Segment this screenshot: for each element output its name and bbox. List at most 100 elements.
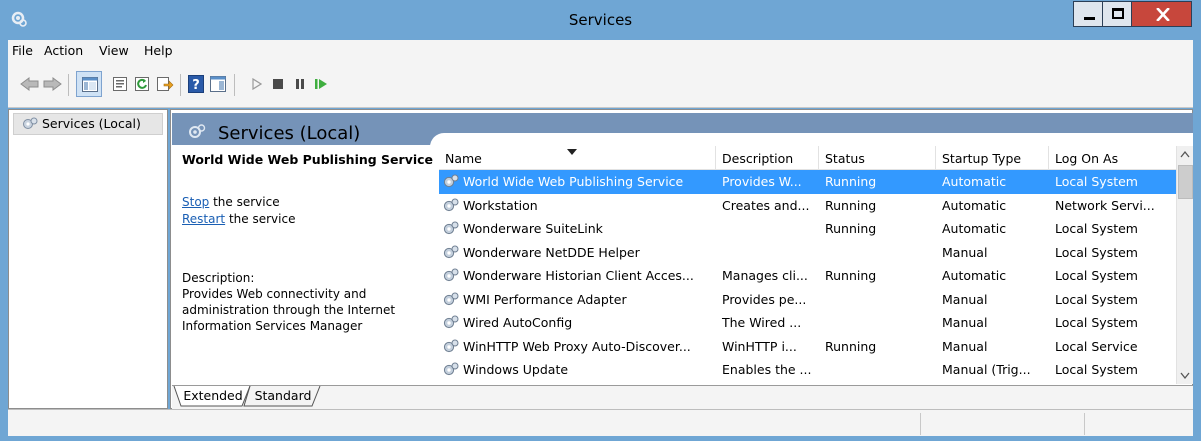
stop-service-link[interactable]: Stop — [182, 195, 209, 209]
toolbar: ? — [8, 62, 1193, 108]
cell-logon: Local System — [1049, 264, 1176, 288]
cell-text: Automatic — [942, 174, 1007, 189]
menu-view[interactable]: View — [99, 43, 129, 59]
column-header-description[interactable]: Description — [716, 146, 819, 170]
tree-item-services-local[interactable]: Services (Local) — [13, 113, 163, 135]
cell-description: Creates and... — [716, 194, 819, 218]
cell-text: World Wide Web Publishing Service — [463, 174, 684, 189]
cell-text: Running — [825, 268, 877, 283]
stop-suffix: the service — [209, 195, 280, 209]
scroll-thumb[interactable] — [1178, 165, 1193, 199]
window-title: Services — [568, 11, 633, 29]
start-service-icon[interactable] — [252, 78, 262, 90]
services-header: Services (Local) — [172, 113, 1193, 149]
column-header-status[interactable]: Status — [819, 146, 936, 170]
cell-text: Running — [825, 197, 877, 213]
column-header-label: Status — [825, 151, 865, 166]
services-list[interactable]: Name Description Status Startup Type Log… — [439, 146, 1193, 384]
table-row[interactable]: Workstation Creates and... Running Automati… — [439, 194, 1176, 218]
cell-name: Wonderware Historian Client Acces... — [439, 264, 716, 288]
table-row[interactable]: Wonderware SuiteLink Running Automatic Loca… — [439, 217, 1176, 241]
tab-extended[interactable]: Extended — [182, 387, 244, 405]
cell-text: Local System — [1055, 362, 1138, 377]
cell-text: Running — [825, 221, 877, 236]
cell-name: Wired AutoConfig — [439, 311, 716, 335]
cell-text: Manages cli... — [722, 268, 808, 283]
column-header-log-on-as[interactable]: Log On As — [1049, 146, 1176, 170]
export-list-icon[interactable] — [156, 76, 174, 92]
sort-descending-icon — [567, 149, 577, 155]
scroll-down-icon[interactable] — [1177, 366, 1193, 384]
service-gear-icon — [443, 221, 459, 235]
view-tabs: Extended Standard — [172, 385, 1193, 409]
tab-standard[interactable]: Standard — [252, 387, 314, 405]
stop-service-icon[interactable] — [273, 79, 283, 89]
cell-text: Windows Update — [463, 362, 569, 377]
services-gear-icon — [23, 117, 38, 129]
cell-text: Local System — [1055, 244, 1138, 260]
cell-text: Local System — [1055, 174, 1138, 189]
cell-description: WinHTTP i... — [716, 335, 819, 359]
menu-help[interactable]: Help — [144, 43, 173, 59]
column-header-startup-type[interactable]: Startup Type — [936, 146, 1049, 170]
services-gear-icon — [189, 124, 206, 138]
cell-name: Workstation — [439, 194, 716, 218]
table-row[interactable]: Wired AutoConfig The Wired ... Manual Local… — [439, 311, 1176, 335]
selected-service-title: World Wide Web Publishing Service — [182, 152, 434, 167]
table-row[interactable]: Windows Update Enables the ... Manual (Tri… — [439, 358, 1176, 382]
service-gear-icon — [443, 292, 459, 305]
back-arrow-icon[interactable] — [20, 76, 40, 92]
refresh-icon[interactable] — [134, 76, 150, 92]
show-console-tree-button[interactable] — [76, 71, 102, 97]
close-button[interactable] — [1131, 1, 1192, 27]
status-separator — [1084, 413, 1085, 435]
cell-text: Manual — [942, 244, 988, 260]
restart-service-icon[interactable] — [314, 78, 328, 90]
cell-text: Provides W... — [722, 174, 802, 189]
cell-description: Provides pe... — [716, 288, 819, 312]
minimize-button[interactable] — [1073, 1, 1103, 27]
restart-suffix: the service — [225, 212, 296, 226]
cell-status: Running — [819, 335, 936, 359]
cell-startup: Automatic — [936, 264, 1049, 288]
menu-file[interactable]: File — [12, 43, 33, 59]
status-separator — [920, 413, 921, 435]
cell-description: Provides W... — [716, 170, 819, 194]
cell-text: Local System — [1055, 268, 1138, 283]
scroll-up-icon[interactable] — [1177, 146, 1193, 164]
table-row[interactable]: World Wide Web Publishing Service Provide… — [439, 170, 1176, 194]
cell-text: Automatic — [942, 197, 1007, 213]
restart-service-link[interactable]: Restart — [182, 212, 225, 226]
tree-item-label: Services (Local) — [42, 116, 141, 131]
list-header: Name Description Status Startup Type Log… — [439, 146, 1176, 170]
service-description: Description: Provides Web connectivity a… — [182, 270, 432, 334]
pause-service-icon[interactable] — [295, 78, 305, 90]
cell-name: World Wide Web Publishing Service — [439, 170, 716, 194]
forward-arrow-icon[interactable] — [42, 76, 62, 92]
cell-text: Running — [825, 338, 877, 354]
cell-text: Enables the ... — [722, 362, 812, 377]
restart-action: Restart the service — [182, 211, 295, 228]
column-header-name[interactable]: Name — [439, 146, 716, 170]
table-row[interactable]: WinHTTP Web Proxy Auto-Discover... WinHTT… — [439, 335, 1176, 359]
menu-action[interactable]: Action — [44, 43, 83, 59]
service-gear-icon — [443, 339, 459, 352]
maximize-button[interactable] — [1102, 1, 1132, 27]
services-pane: Services (Local) World Wide Web Publishi… — [170, 109, 1193, 409]
cell-startup: Manual — [936, 335, 1049, 359]
table-row[interactable]: Wonderware Historian Client Acces... Mana… — [439, 264, 1176, 288]
service-gear-icon — [443, 174, 459, 188]
help-icon[interactable]: ? — [188, 75, 204, 93]
cell-text: Automatic — [942, 268, 1007, 283]
service-actions: Stop the service Restart the service — [182, 194, 295, 228]
vertical-scrollbar[interactable] — [1176, 146, 1193, 384]
description-line: Information Services Manager — [182, 319, 363, 333]
table-row[interactable]: WMI Performance Adapter Provides pe... Man… — [439, 288, 1176, 312]
title-bar[interactable]: Services — [0, 0, 1201, 40]
cell-description: The Wired ... — [716, 311, 819, 335]
show-action-pane-icon[interactable] — [210, 76, 226, 92]
cell-text: Creates and... — [722, 197, 810, 213]
close-icon — [1156, 8, 1170, 21]
table-row[interactable]: Wonderware NetDDE Helper Manual Local Syst… — [439, 241, 1176, 265]
properties-icon[interactable] — [112, 76, 128, 92]
